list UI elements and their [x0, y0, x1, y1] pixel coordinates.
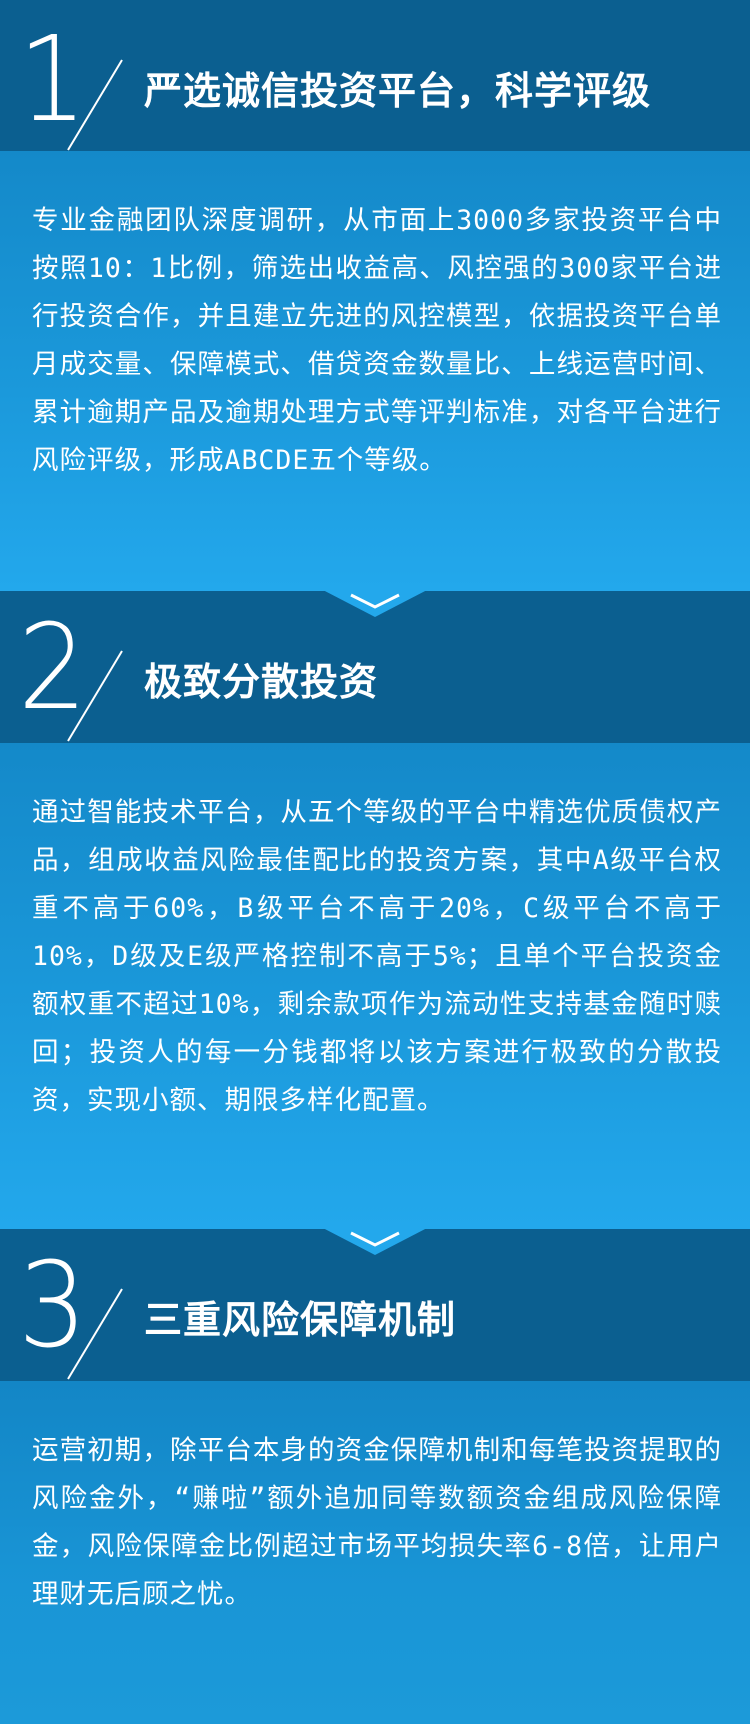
section-paragraph: 运营初期，除平台本身的资金保障机制和每笔投资提取的风险金外，“赚啦”额外追加同等…	[32, 1435, 722, 1610]
section-title: 三重风险保障机制	[144, 1298, 457, 1342]
section-title: 极致分散投资	[144, 660, 379, 704]
section-1-body: 专业金融团队深度调研，从市面上3000多家投资平台中按照10：1比例，筛选出收益…	[0, 151, 750, 591]
slash-decoration	[67, 650, 123, 742]
chevron-down-icon	[321, 1227, 429, 1255]
feature-page: 1 严选诚信投资平台，科学评级 专业金融团队深度调研，从市面上3000多家投资平…	[0, 0, 750, 1724]
section-paragraph: 通过智能技术平台，从五个等级的平台中精选优质债权产品，组成收益风险最佳配比的投资…	[32, 797, 722, 1116]
section-2-body: 通过智能技术平台，从五个等级的平台中精选优质债权产品，组成收益风险最佳配比的投资…	[0, 743, 750, 1229]
slash-decoration	[67, 59, 123, 151]
slash-decoration	[67, 1288, 123, 1380]
chevron-down-icon	[321, 589, 429, 617]
section-3-body: 运营初期，除平台本身的资金保障机制和每笔投资提取的风险金外，“赚啦”额外追加同等…	[0, 1381, 750, 1724]
section-title: 严选诚信投资平台，科学评级	[144, 69, 652, 113]
section-1-header: 1 严选诚信投资平台，科学评级	[0, 0, 750, 151]
section-paragraph: 专业金融团队深度调研，从市面上3000多家投资平台中按照10：1比例，筛选出收益…	[32, 205, 722, 476]
